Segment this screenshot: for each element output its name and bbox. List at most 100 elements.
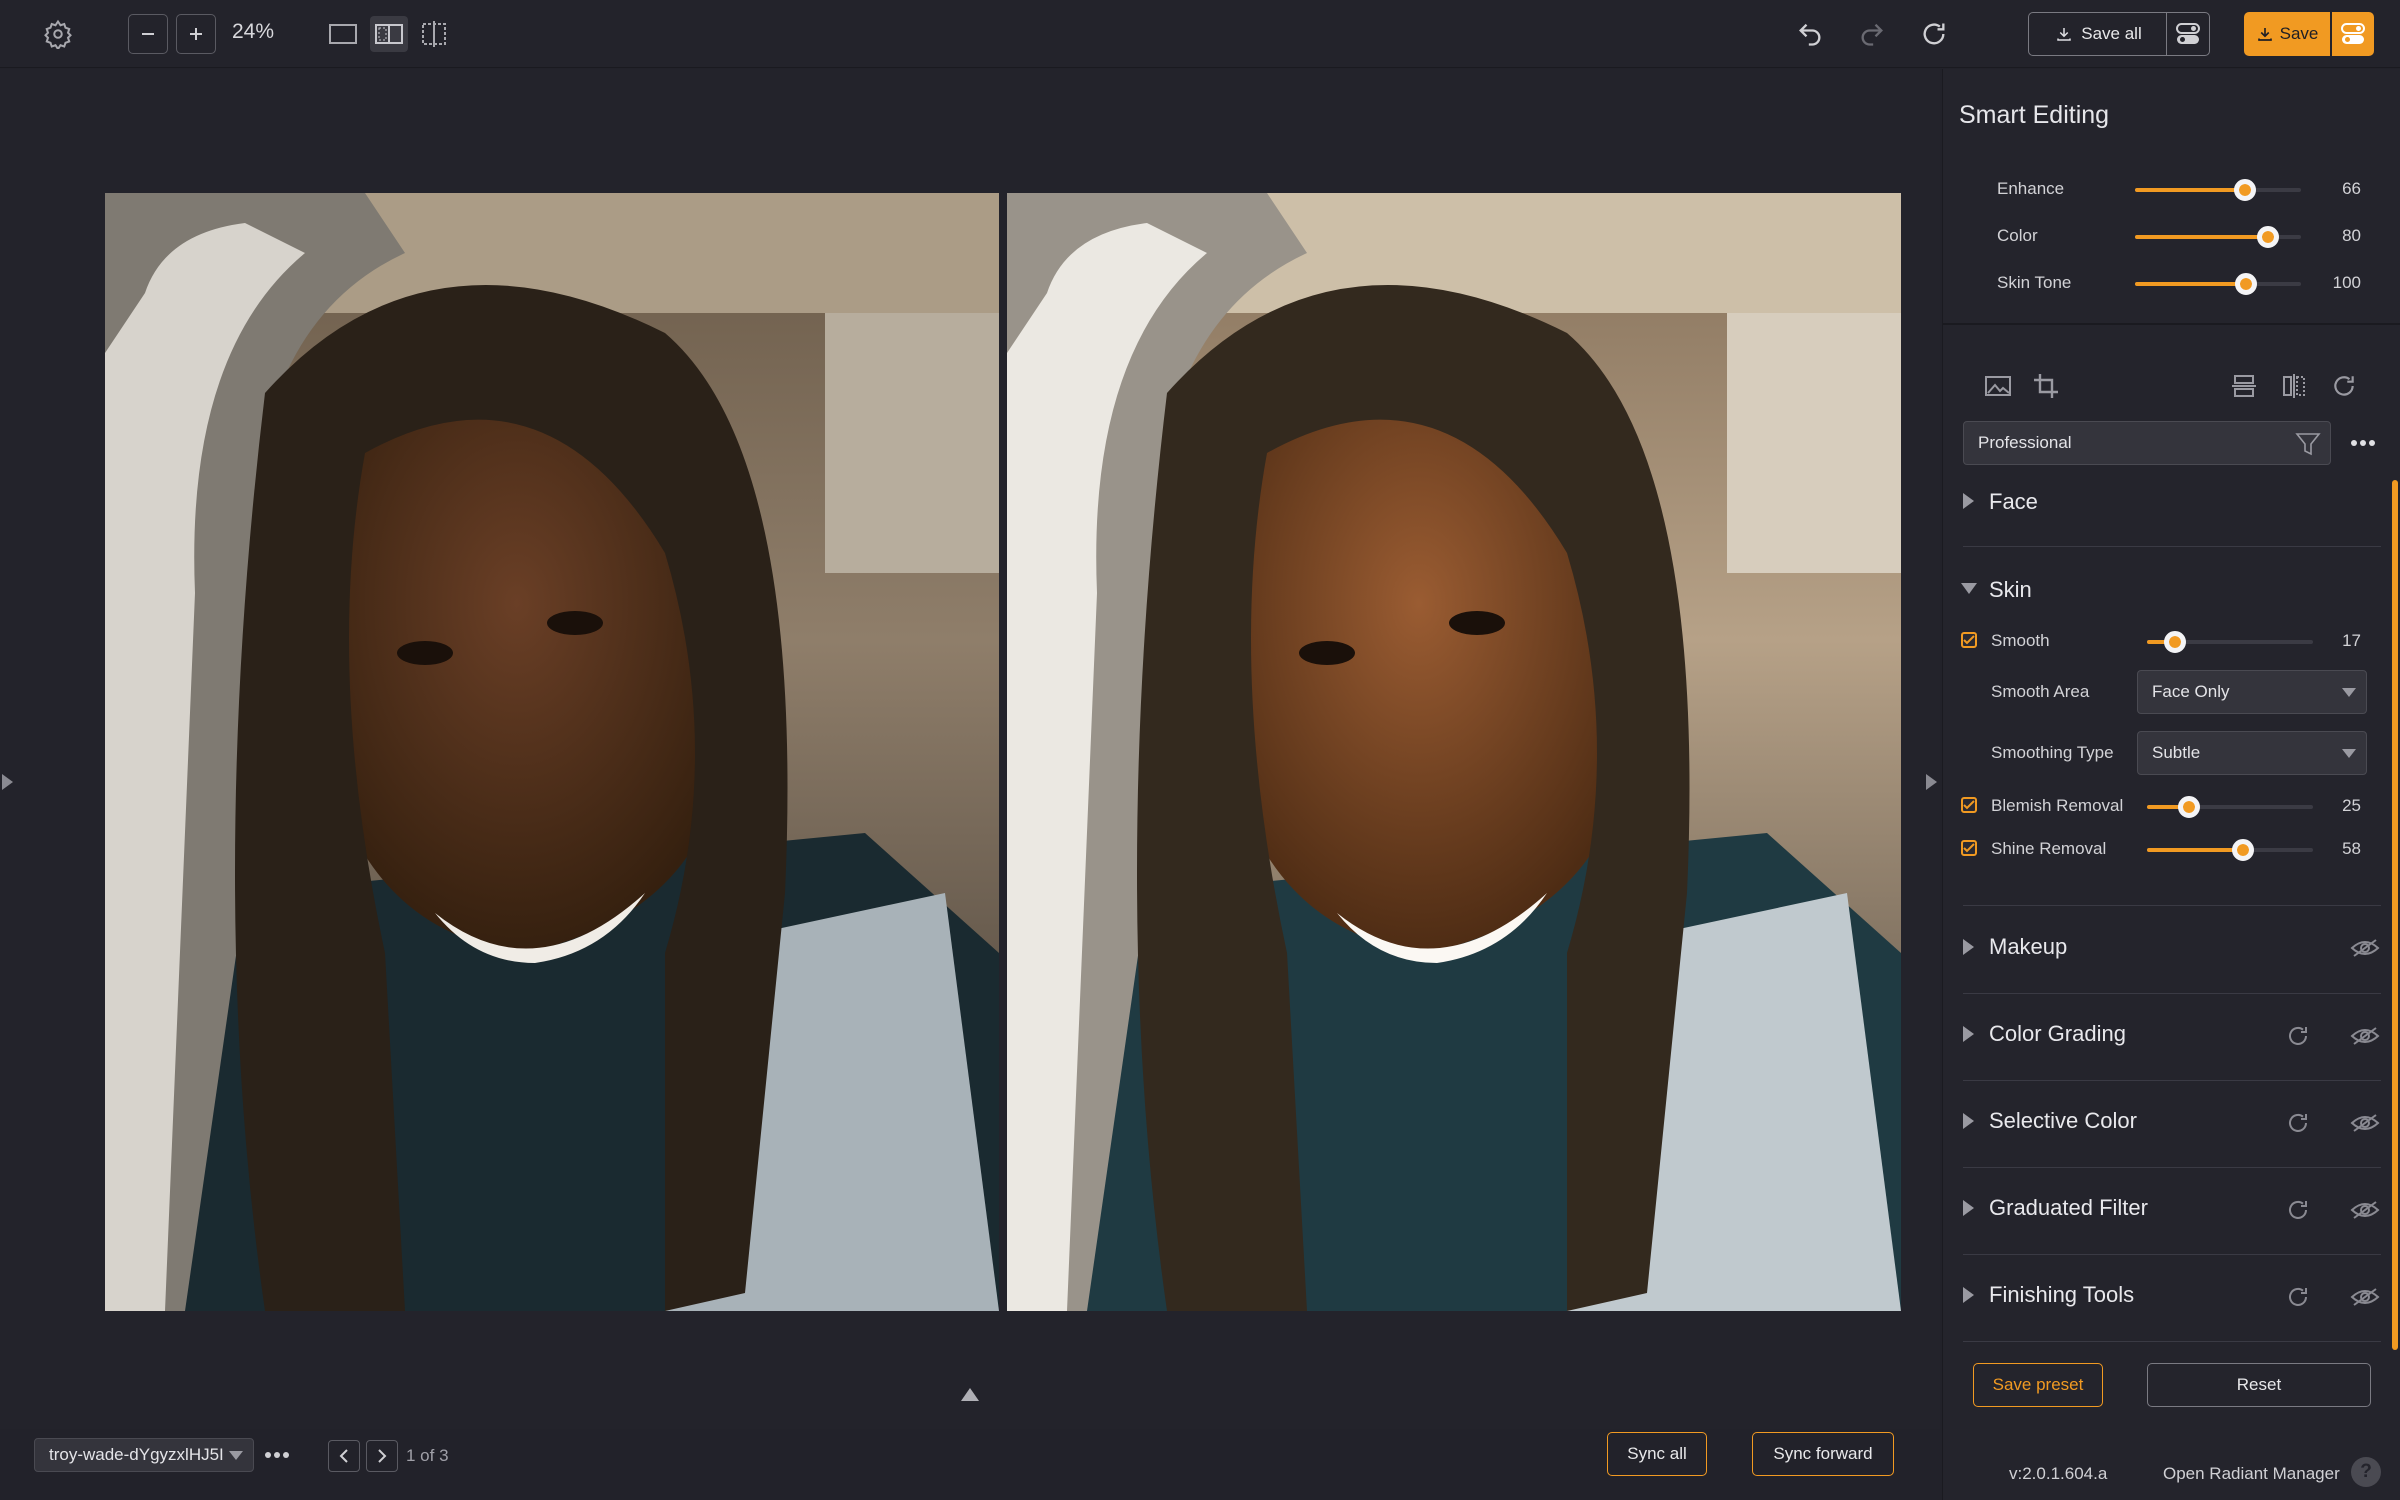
- color-grading-expand-icon[interactable]: [1963, 1026, 1974, 1042]
- color-slider-fill: [2135, 235, 2268, 239]
- finishing-tools-expand-icon[interactable]: [1963, 1287, 1974, 1303]
- zoom-out-button[interactable]: [128, 14, 168, 54]
- color-slider-knob[interactable]: [2256, 226, 2279, 248]
- save-preset-button[interactable]: Save preset: [1973, 1363, 2103, 1407]
- smooth-area-label: Smooth Area: [1991, 682, 2090, 701]
- smooth-area-select[interactable]: Face Only: [2137, 670, 2367, 714]
- color-grading-divider: [1963, 1080, 2381, 1081]
- skin-tone-slider-fill: [2135, 282, 2247, 286]
- blemish-slider-knob[interactable]: [2177, 796, 2200, 818]
- enhance-value: 66: [2342, 179, 2361, 198]
- selective-color-divider: [1963, 1167, 2381, 1168]
- graduated-filter-visibility-eye-icon[interactable]: [2349, 1195, 2381, 1225]
- section-finishing-tools[interactable]: Finishing Tools: [1989, 1282, 2134, 1308]
- save-all-label: Save all: [2081, 24, 2142, 43]
- section-makeup[interactable]: Makeup: [1989, 934, 2067, 960]
- filter-icon[interactable]: [2294, 430, 2322, 458]
- selective-color-reset-icon[interactable]: [2283, 1108, 2313, 1138]
- preset-more-icon[interactable]: [2345, 429, 2381, 457]
- flip-vertical-icon[interactable]: [2227, 369, 2261, 403]
- skin-tone-label: Skin Tone: [1997, 273, 2072, 292]
- color-label: Color: [1997, 226, 2038, 245]
- prev-image-button[interactable]: [328, 1440, 360, 1472]
- selective-color-expand-icon[interactable]: [1963, 1113, 1974, 1129]
- panel-scrollbar[interactable]: [2392, 480, 2398, 1350]
- split-view-icon[interactable]: [370, 16, 408, 52]
- graduated-filter-expand-icon[interactable]: [1963, 1200, 1974, 1216]
- finishing-tools-visibility-eye-icon[interactable]: [2349, 1282, 2381, 1312]
- rotate-icon[interactable]: [2327, 369, 2361, 403]
- save-preset-label: Save preset: [1992, 1375, 2084, 1394]
- save-all-options-toggle[interactable]: [2166, 12, 2210, 56]
- settings-gear-icon[interactable]: [40, 16, 76, 52]
- reset-rotate-icon[interactable]: [1916, 16, 1952, 52]
- top-toolbar: 24% Save all Save: [0, 0, 2400, 68]
- filename-text: troy-wade-dYgyzxlHJ5I: [49, 1445, 224, 1464]
- face-expand-icon[interactable]: [1963, 493, 1974, 509]
- flip-horizontal-icon[interactable]: [2277, 369, 2311, 403]
- color-grading-reset-icon[interactable]: [2283, 1021, 2313, 1051]
- reset-button[interactable]: Reset: [2147, 1363, 2371, 1407]
- before-photo: [105, 193, 999, 1311]
- zoom-in-button[interactable]: [176, 14, 216, 54]
- enhance-label: Enhance: [1997, 179, 2065, 198]
- filmstrip-expand-icon[interactable]: [961, 1388, 979, 1401]
- blemish-slider[interactable]: [2147, 796, 2313, 818]
- color-grading-visibility-eye-icon[interactable]: [2349, 1021, 2381, 1051]
- section-selective-color[interactable]: Selective Color: [1989, 1108, 2137, 1134]
- more-options-icon[interactable]: [262, 1444, 292, 1466]
- color-slider[interactable]: [2135, 226, 2301, 248]
- save-button[interactable]: Save: [2244, 12, 2330, 56]
- section-color-grading[interactable]: Color Grading: [1989, 1021, 2126, 1047]
- sync-all-button[interactable]: Sync all: [1607, 1432, 1707, 1476]
- smoothing-type-select[interactable]: Subtle: [2137, 731, 2367, 775]
- sync-all-label: Sync all: [1627, 1444, 1687, 1463]
- shine-slider[interactable]: [2147, 839, 2313, 861]
- enhance-slider-knob[interactable]: [2233, 179, 2256, 201]
- smooth-slider[interactable]: [2147, 631, 2313, 653]
- finishing-tools-reset-icon[interactable]: [2283, 1282, 2313, 1312]
- skin-divider: [1963, 905, 2381, 906]
- color-value: 80: [2342, 226, 2361, 245]
- save-all-button[interactable]: Save all: [2028, 12, 2168, 56]
- redo-icon[interactable]: [1854, 16, 1890, 52]
- section-skin[interactable]: Skin: [1989, 577, 2032, 603]
- section-graduated-filter[interactable]: Graduated Filter: [1989, 1195, 2148, 1221]
- enhance-slider-fill: [2135, 188, 2245, 192]
- zoom-level: 24%: [232, 20, 275, 43]
- selective-color-visibility-eye-icon[interactable]: [2349, 1108, 2381, 1138]
- sync-forward-button[interactable]: Sync forward: [1752, 1432, 1894, 1476]
- enhance-slider[interactable]: [2135, 179, 2301, 201]
- reset-label: Reset: [2236, 1375, 2282, 1394]
- blemish-checkbox[interactable]: [1961, 797, 1977, 813]
- smooth-slider-knob[interactable]: [2164, 631, 2187, 653]
- smooth-checkbox[interactable]: [1961, 632, 1977, 648]
- next-image-button[interactable]: [366, 1440, 398, 1472]
- shine-slider-knob[interactable]: [2232, 839, 2255, 861]
- open-radiant-manager-link[interactable]: Open Radiant Manager: [2163, 1464, 2340, 1484]
- makeup-visibility-eye-icon[interactable]: [2349, 933, 2381, 963]
- left-panel-expand-icon[interactable]: [2, 774, 13, 790]
- skin-tone-slider-knob[interactable]: [2235, 273, 2258, 295]
- crop-compare-icon[interactable]: [416, 16, 452, 52]
- skin-collapse-icon[interactable]: [1961, 583, 1977, 594]
- shine-checkbox[interactable]: [1961, 840, 1977, 856]
- single-view-icon[interactable]: [326, 18, 360, 50]
- filename-select[interactable]: troy-wade-dYgyzxlHJ5I: [34, 1438, 254, 1472]
- image-icon[interactable]: [1981, 369, 2015, 403]
- face-divider: [1963, 546, 2381, 547]
- undo-icon[interactable]: [1792, 16, 1828, 52]
- right-panel-collapse-icon[interactable]: [1926, 774, 1937, 790]
- skin-tone-slider[interactable]: [2135, 273, 2301, 295]
- save-options-toggle[interactable]: [2332, 12, 2374, 56]
- makeup-expand-icon[interactable]: [1963, 939, 1974, 955]
- chevron-down-icon: [229, 1451, 243, 1460]
- panel-title: Smart Editing: [1959, 101, 2110, 129]
- help-icon[interactable]: ?: [2351, 1457, 2381, 1487]
- shine-label: Shine Removal: [1991, 839, 2107, 858]
- preset-select[interactable]: Professional: [1963, 421, 2331, 465]
- section-face[interactable]: Face: [1989, 489, 2038, 515]
- graduated-filter-reset-icon[interactable]: [2283, 1195, 2313, 1225]
- version-text: v:2.0.1.604.a: [2009, 1464, 2108, 1483]
- crop-icon[interactable]: [2029, 369, 2063, 403]
